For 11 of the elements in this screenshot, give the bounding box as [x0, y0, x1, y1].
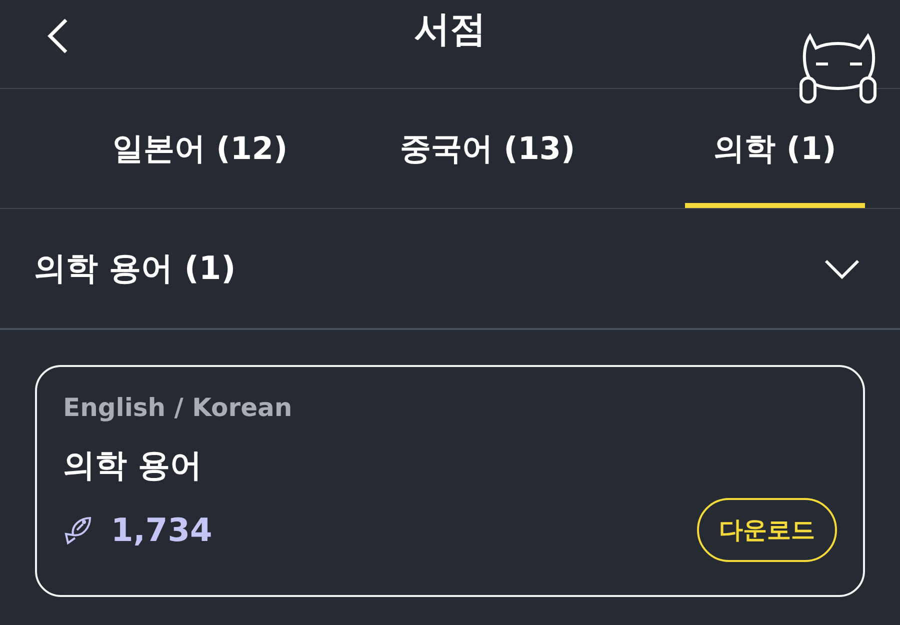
section-title: 의학 용어 (1): [34, 248, 236, 288]
tab[interactable]: 일본어 (12): [110, 89, 290, 208]
word-count: 1,734: [111, 511, 212, 549]
fish-icon: [63, 515, 93, 545]
page-title: 서점: [414, 8, 486, 52]
chevron-icon[interactable]: [824, 258, 860, 280]
tab[interactable]: 의학 (1): [685, 89, 865, 208]
tab[interactable]: 중국어 (13): [398, 89, 578, 208]
language-pair: English / Korean: [63, 393, 294, 422]
book-title: 의학 용어: [63, 445, 204, 486]
download-button[interactable]: 다운로드: [697, 498, 837, 562]
